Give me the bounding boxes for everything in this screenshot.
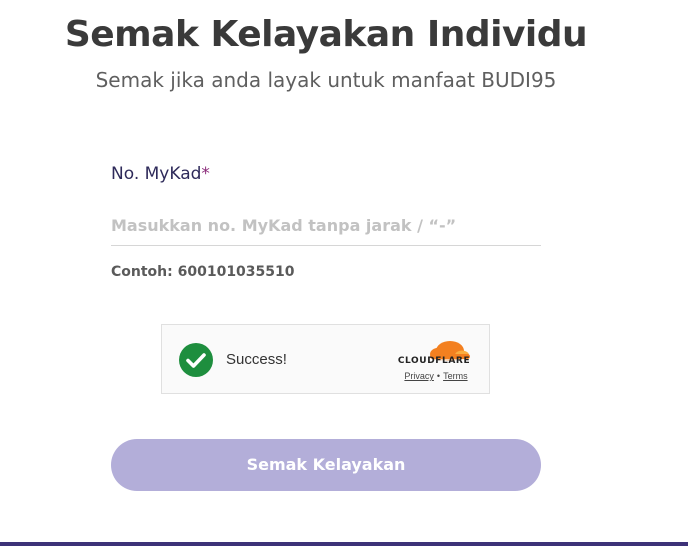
link-separator: • (436, 371, 441, 381)
page-title: Semak Kelayakan Individu (64, 14, 588, 55)
page-subtitle: Semak jika anda layak untuk manfaat BUDI… (95, 68, 557, 92)
terms-link[interactable]: Terms (443, 371, 468, 381)
cloudflare-turnstile-widget[interactable]: Success! CLOUDFLARE Privacy • Terms (161, 324, 490, 394)
mykad-label: No. MyKad* (111, 164, 210, 184)
mykad-input[interactable] (111, 205, 541, 246)
mykad-label-text: No. MyKad (111, 164, 202, 184)
required-mark: * (201, 164, 210, 184)
example-hint: Contoh: 600101035510 (111, 264, 295, 280)
privacy-link[interactable]: Privacy (404, 371, 434, 381)
captcha-links: Privacy • Terms (394, 371, 478, 381)
check-eligibility-button[interactable]: Semak Kelayakan (111, 439, 541, 491)
captcha-status-text: Success! (226, 351, 287, 368)
footer-divider (0, 542, 688, 546)
cloudflare-wordmark: CLOUDFLARE (397, 356, 471, 366)
check-circle-icon (179, 343, 213, 377)
